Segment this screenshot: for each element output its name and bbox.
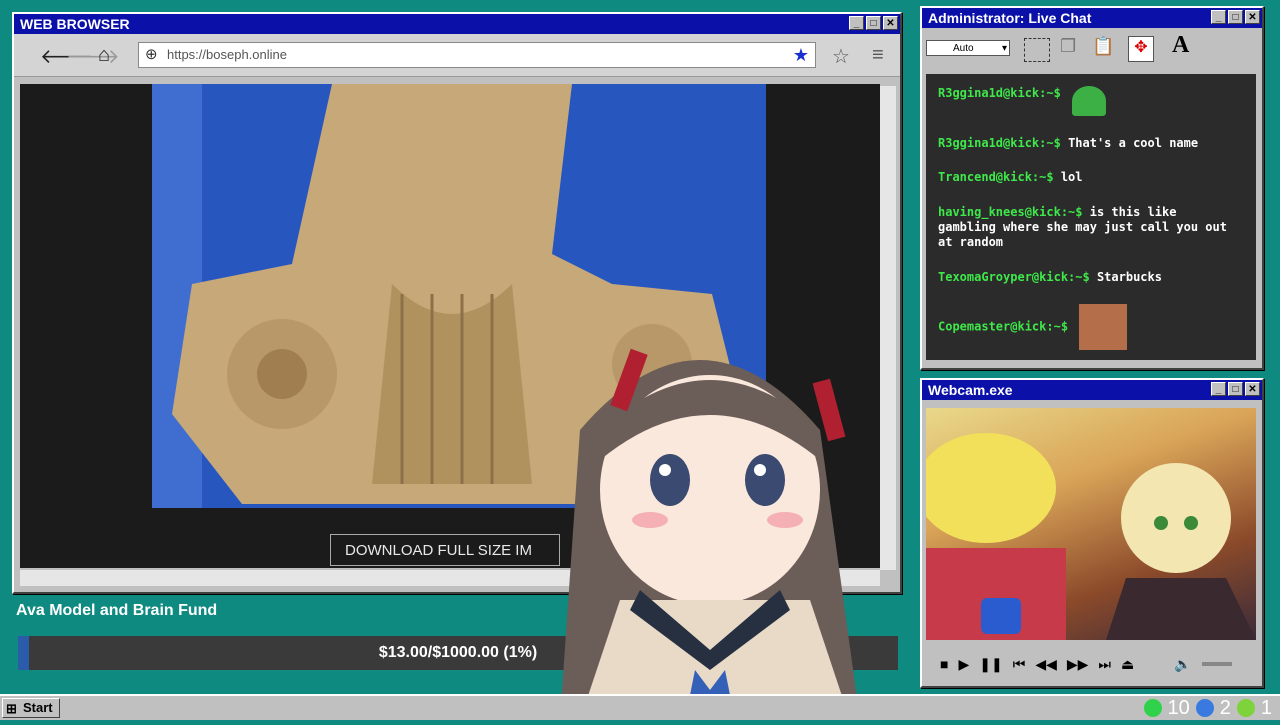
play-icon[interactable]: ▶ bbox=[958, 656, 969, 673]
chat-message: R3ggina1d@kick:~$ bbox=[938, 86, 1238, 116]
skip-back-icon[interactable]: ⏮ bbox=[1013, 656, 1026, 673]
chat-message: TexomaGroyper@kick:~$ Starbucks bbox=[938, 270, 1238, 285]
browser-navbar: 🡐 🡒 ⌂ ⊕ https://boseph.online ★ ☆ ≡ bbox=[14, 34, 900, 77]
bookmark-star-icon[interactable]: ★ bbox=[793, 43, 809, 67]
url-text: https://boseph.online bbox=[167, 47, 287, 62]
chat-message: having_knees@kick:~$ is this like gambli… bbox=[938, 205, 1238, 250]
tray-count: 10 bbox=[1167, 696, 1190, 719]
globe-icon: ⊕ bbox=[145, 46, 158, 63]
tray-count: 2 bbox=[1219, 696, 1231, 719]
frog-emote-icon bbox=[1072, 86, 1107, 116]
chat-username: TexomaGroyper@kick:~$ bbox=[938, 270, 1090, 284]
close-button[interactable]: ✕ bbox=[883, 16, 898, 30]
chat-text: lol bbox=[1060, 170, 1083, 184]
maximize-button[interactable]: □ bbox=[1228, 382, 1243, 396]
rewind-icon[interactable]: ◀◀ bbox=[1035, 656, 1057, 673]
font-icon[interactable]: A bbox=[1172, 32, 1189, 59]
fund-progress-text: $13.00/$1000.00 (1%) bbox=[378, 644, 538, 661]
chat-username: Trancend@kick:~$ bbox=[938, 170, 1054, 184]
vtuber-avatar bbox=[520, 310, 880, 720]
chat-message: Trancend@kick:~$ lol bbox=[938, 170, 1238, 185]
favorites-star-icon[interactable]: ☆ bbox=[832, 44, 850, 69]
minimize-button[interactable]: _ bbox=[1211, 10, 1226, 24]
home-icon[interactable]: ⌂ bbox=[98, 44, 110, 67]
volume-slider[interactable] bbox=[1201, 662, 1232, 666]
url-input[interactable]: ⊕ https://boseph.online ★ bbox=[138, 42, 816, 68]
chat-username: Copemaster@kick:~$ bbox=[938, 319, 1069, 334]
chat-toolbar: Auto ▾ ❐ 📋 ✥ A bbox=[922, 28, 1262, 70]
chat-message: R3ggina1d@kick:~$ That's a cool name bbox=[938, 136, 1238, 151]
fast-forward-icon[interactable]: ▶▶ bbox=[1067, 656, 1089, 673]
play-circle-icon[interactable] bbox=[1236, 699, 1255, 717]
webcam-titlebar[interactable]: Webcam.exe _ □ ✕ bbox=[922, 380, 1262, 400]
chat-titlebar[interactable]: Administrator: Live Chat _ □ ✕ bbox=[922, 8, 1262, 28]
maximize-button[interactable]: □ bbox=[1228, 10, 1243, 24]
pause-icon[interactable]: ❚❚ bbox=[979, 656, 1002, 673]
start-label: Start bbox=[23, 700, 53, 715]
copy-icon[interactable]: ❐ bbox=[1060, 36, 1076, 57]
chevron-down-icon: ▾ bbox=[1001, 43, 1007, 54]
select-icon[interactable] bbox=[1024, 38, 1050, 62]
windows-logo-icon: ⊞ bbox=[6, 701, 17, 716]
tray-count: 1 bbox=[1260, 696, 1272, 719]
volume-icon[interactable]: 🔈 bbox=[1174, 656, 1191, 673]
font-select-value: Auto bbox=[953, 43, 974, 54]
webcam-title: Webcam.exe bbox=[928, 382, 1013, 398]
menu-icon[interactable]: ≡ bbox=[872, 44, 884, 67]
system-tray: 10 2 1 bbox=[1143, 696, 1272, 720]
font-select[interactable]: Auto ▾ bbox=[926, 40, 1010, 56]
browser-titlebar[interactable]: WEB BROWSER _ □ ✕ bbox=[14, 14, 900, 34]
move-icon[interactable]: ✥ bbox=[1128, 36, 1154, 62]
chat-username: R3ggina1d@kick:~$ bbox=[938, 136, 1061, 150]
skip-forward-icon[interactable]: ⏭ bbox=[1098, 656, 1111, 673]
close-button[interactable]: ✕ bbox=[1245, 10, 1260, 24]
chat-text: That's a cool name bbox=[1068, 136, 1199, 150]
chat-message: Copemaster@kick:~$ bbox=[938, 304, 1238, 350]
chat-title: Administrator: Live Chat bbox=[928, 10, 1092, 26]
maximize-button[interactable]: □ bbox=[866, 16, 881, 30]
webcam-window: Webcam.exe _ □ ✕ ■ ▶ ❚❚ ⏮ ◀◀ ▶▶ ⏭ ⏏ 🔈 bbox=[920, 378, 1264, 688]
paste-icon[interactable]: 📋 bbox=[1092, 36, 1114, 57]
close-button[interactable]: ✕ bbox=[1245, 382, 1260, 396]
fund-progress-fill bbox=[18, 636, 30, 670]
player-controls: ■ ▶ ❚❚ ⏮ ◀◀ ▶▶ ⏭ ⏏ 🔈 bbox=[926, 650, 1256, 678]
chat-username: R3ggina1d@kick:~$ bbox=[938, 86, 1061, 100]
minimize-button[interactable]: _ bbox=[1211, 382, 1226, 396]
face-emote-icon bbox=[1079, 304, 1128, 350]
moon-icon[interactable] bbox=[1195, 699, 1214, 717]
live-chat-window: Administrator: Live Chat _ □ ✕ Auto ▾ ❐ … bbox=[920, 6, 1264, 370]
start-button[interactable]: ⊞ Start bbox=[2, 698, 60, 718]
chat-username: having_knees@kick:~$ bbox=[938, 205, 1083, 219]
chat-messages: R3ggina1d@kick:~$ R3ggina1d@kick:~$ That… bbox=[926, 74, 1256, 360]
minimize-button[interactable]: _ bbox=[849, 16, 864, 30]
chat-text: Starbucks bbox=[1096, 270, 1162, 284]
fund-title: Ava Model and Brain Fund bbox=[16, 602, 218, 619]
forward-arrow-icon[interactable]: 🡒 bbox=[66, 44, 120, 69]
browser-title: WEB BROWSER bbox=[20, 16, 130, 32]
stop-icon[interactable]: ■ bbox=[940, 656, 948, 672]
kick-icon[interactable] bbox=[1143, 699, 1162, 717]
taskbar: ⊞ Start 10 2 1 bbox=[0, 694, 1280, 720]
webcam-feed bbox=[926, 408, 1256, 640]
eject-icon[interactable]: ⏏ bbox=[1121, 656, 1134, 673]
vertical-scrollbar[interactable] bbox=[880, 86, 896, 570]
